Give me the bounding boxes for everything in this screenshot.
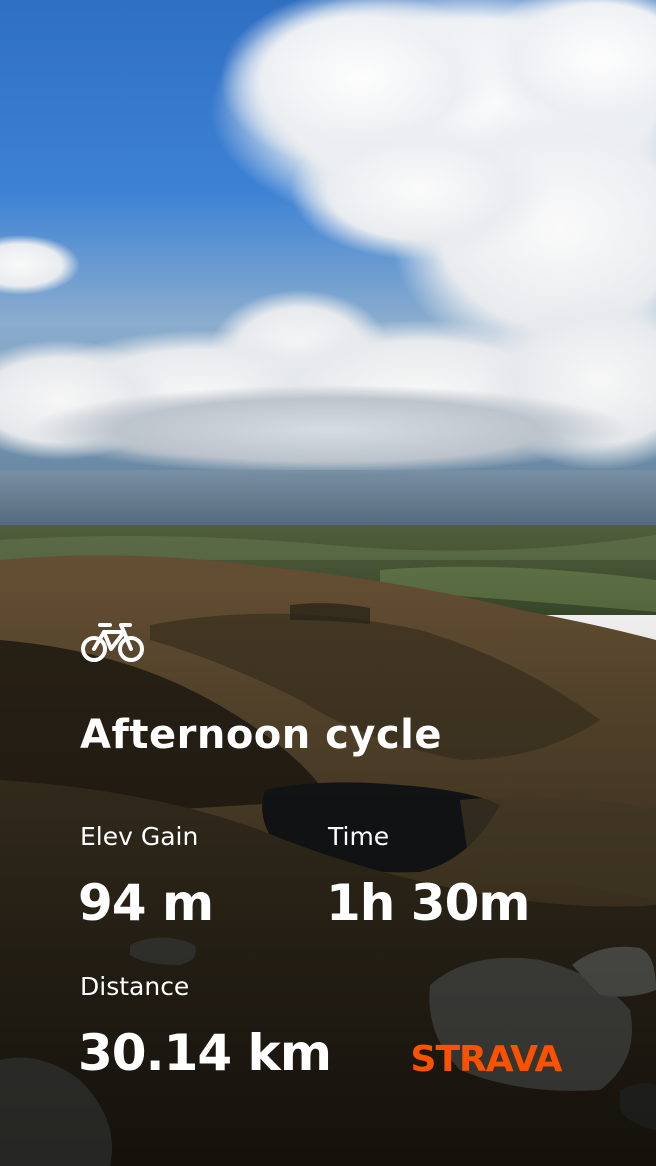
bicycle-icon — [81, 623, 144, 662]
svg-text:STRAVA: STRAVA — [411, 1039, 563, 1078]
strava-logo: STRAVA — [411, 1039, 564, 1078]
elev-gain-label: Elev Gain — [80, 822, 199, 851]
time-label: Time — [328, 822, 390, 851]
distance-value: 30.14 km — [78, 1024, 332, 1082]
activity-share-card: Afternoon cycle Elev Gain 94 m Time 1h 3… — [0, 0, 656, 1166]
distance-label: Distance — [80, 972, 190, 1001]
elev-gain-value: 94 m — [78, 874, 214, 932]
activity-title: Afternoon cycle — [80, 712, 443, 758]
activity-overlay: Afternoon cycle Elev Gain 94 m Time 1h 3… — [0, 0, 656, 1166]
time-value: 1h 30m — [326, 874, 530, 932]
